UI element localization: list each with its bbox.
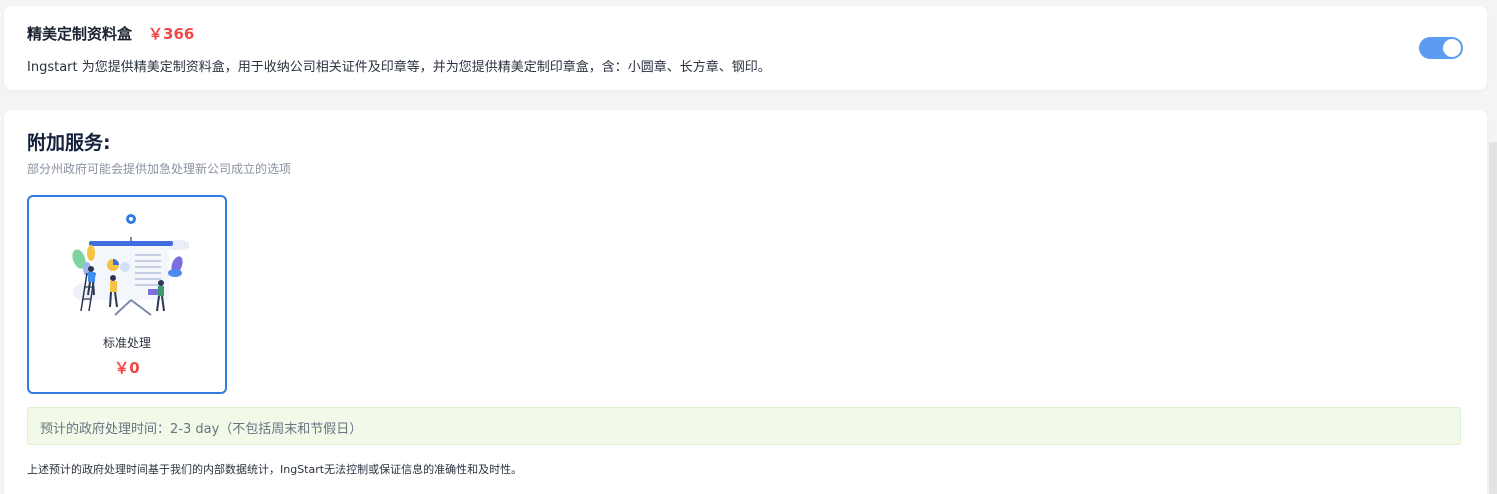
option-standard-processing[interactable]: 标准处理 ￥0	[27, 195, 227, 394]
presentation-team-illustration-icon	[72, 214, 189, 316]
disclaimer-text: 上述预计的政府处理时间基于我们的内部数据统计，IngStart无法控制或保证信息…	[27, 463, 523, 476]
additional-services-card: 附加服务: 部分州政府可能会提供加急处理新公司成立的选项 标准处理 ￥0 预计的…	[4, 110, 1487, 494]
custom-box-description: Ingstart 为您提供精美定制资料盒，用于收纳公司相关证件及印章等，并为您提…	[27, 60, 771, 75]
services-title: 附加服务:	[27, 132, 111, 154]
custom-box-toggle[interactable]	[1419, 37, 1463, 59]
option-label: 标准处理	[102, 336, 151, 350]
page-scrollbar[interactable]	[1489, 142, 1497, 494]
processing-time-text: 预计的政府处理时间：2-3 day（不包括周末和节假日）	[40, 422, 363, 437]
processing-time-notice: 预计的政府处理时间：2-3 day（不包括周末和节假日）	[27, 407, 1461, 445]
custom-box-header: 精美定制资料盒 ￥366	[27, 23, 194, 44]
services-subtitle: 部分州政府可能会提供加急处理新公司成立的选项	[27, 162, 292, 176]
toggle-knob	[1443, 39, 1461, 57]
custom-box-title: 精美定制资料盒	[27, 25, 133, 43]
custom-box-card: 精美定制资料盒 ￥366 Ingstart 为您提供精美定制资料盒，用于收纳公司…	[4, 6, 1487, 90]
option-price: ￥0	[114, 359, 140, 377]
custom-box-price: ￥366	[148, 25, 195, 43]
